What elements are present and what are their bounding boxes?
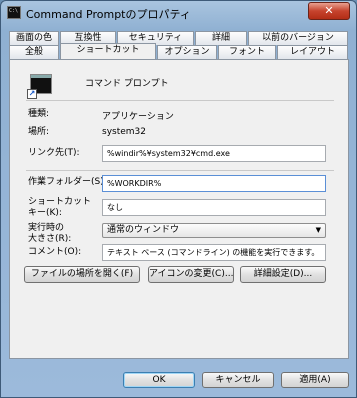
tab-options[interactable]: オプション (157, 45, 217, 59)
location-label: 場所: (28, 127, 50, 137)
tab-layout[interactable]: レイアウト (277, 45, 348, 59)
run-label: 実行時の 大きさ(R): (28, 223, 72, 244)
change-icon-button[interactable]: アイコンの変更(C)... (148, 266, 234, 283)
comment-field[interactable]: テキスト ベース (コマンドライン) の機能を実行できます。 (102, 244, 326, 261)
type-label: 種類: (28, 109, 50, 119)
tab-previous-versions[interactable]: 以前のバージョン (248, 31, 348, 45)
start-in-field[interactable]: %WORKDIR% (102, 175, 326, 192)
tab-shortcut[interactable]: ショートカット (60, 43, 156, 59)
tab-details[interactable]: 詳細 (195, 31, 247, 45)
target-field[interactable]: %windir%¥system32¥cmd.exe (102, 145, 326, 162)
close-button[interactable]: ✕ (308, 2, 350, 20)
shortcut-key-field[interactable]: なし (102, 199, 326, 216)
program-icon: ↗ (27, 74, 52, 99)
apply-button[interactable]: 適用(A) (281, 372, 349, 388)
tab-screen-colors[interactable]: 画面の色 (9, 31, 59, 45)
program-name: コマンド プロンプト (85, 79, 169, 89)
start-in-label: 作業フォルダー(S): (28, 177, 107, 187)
tab-general[interactable]: 全般 (9, 45, 59, 59)
separator (26, 170, 334, 171)
run-select-value: 通常のウィンドウ (107, 225, 180, 235)
separator (26, 100, 334, 101)
properties-window: Command Promptのプロパティ ✕ 画面の色 互換性 セキュリティ 詳… (0, 0, 357, 398)
location-value: system32 (102, 127, 146, 137)
open-file-location-button[interactable]: ファイルの場所を開く(F) (24, 266, 140, 283)
tab-strip: 画面の色 互換性 セキュリティ 詳細 以前のバージョン 全般 ショートカット オ… (9, 31, 349, 61)
type-value: アプリケーション (102, 112, 174, 122)
window-title: Command Promptのプロパティ (26, 8, 191, 21)
shortcut-key-label: ショートカット キー(K): (28, 197, 92, 218)
cancel-button[interactable]: キャンセル (202, 372, 274, 388)
command-prompt-icon (7, 6, 21, 19)
run-select[interactable]: 通常のウィンドウ ▼ (102, 223, 326, 238)
target-label: リンク先(T): (28, 148, 80, 158)
ok-button[interactable]: OK (123, 372, 195, 388)
tab-font[interactable]: フォント (218, 45, 276, 59)
shortcut-panel: ↗ コマンド プロンプト 種類: アプリケーション 場所: system32 リ… (9, 59, 349, 359)
comment-label: コメント(O): (28, 247, 82, 257)
shortcut-arrow-icon: ↗ (27, 89, 37, 99)
chevron-down-icon: ▼ (315, 226, 321, 234)
advanced-button[interactable]: 詳細設定(D)... (240, 266, 326, 283)
title-bar[interactable]: Command Promptのプロパティ ✕ (1, 1, 356, 25)
